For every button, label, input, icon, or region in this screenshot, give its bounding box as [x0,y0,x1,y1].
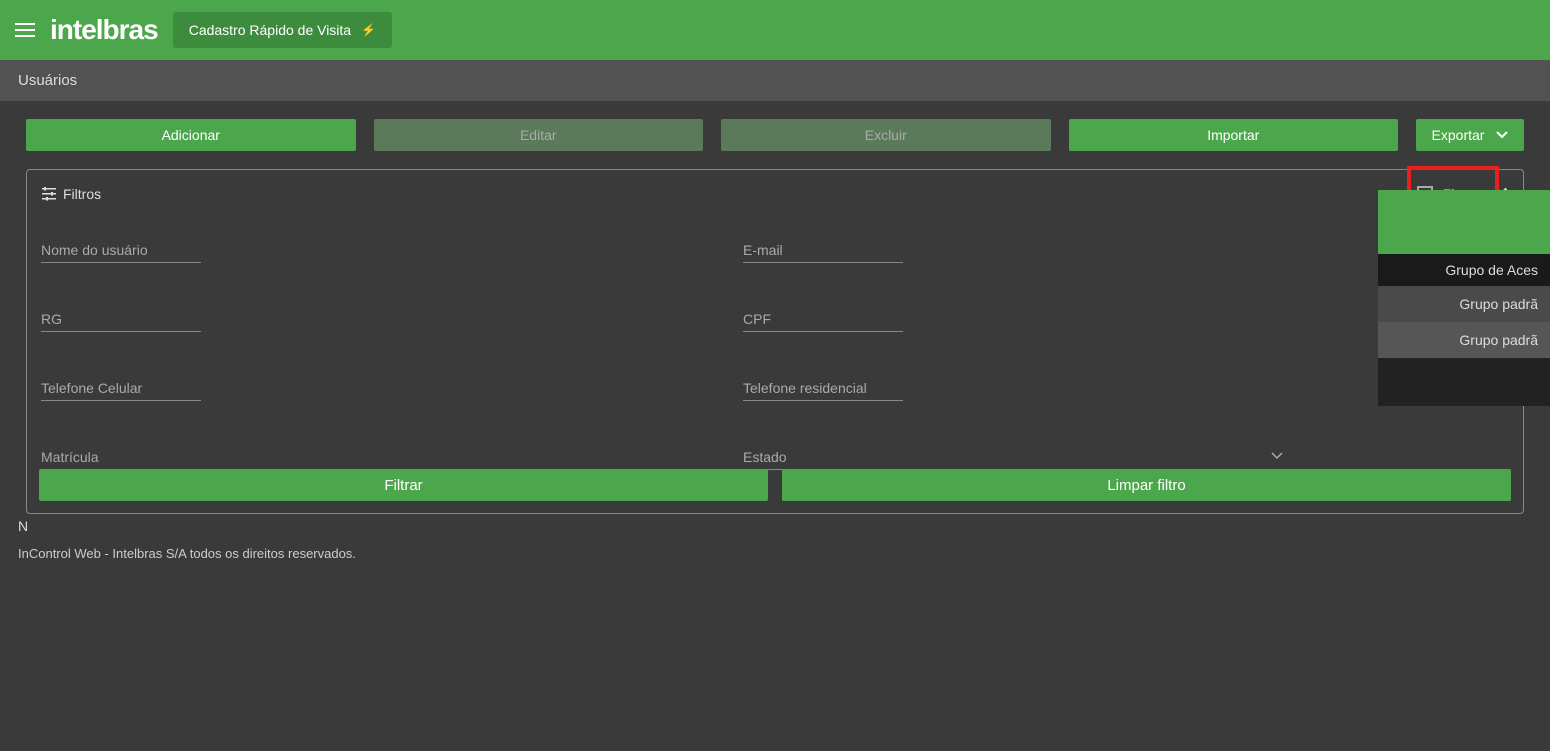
action-toolbar: Adicionar Editar Excluir Importar Export… [26,101,1524,169]
username-input[interactable] [41,238,201,263]
home-phone-field-wrap [743,376,903,401]
filter-panel: Filtros Fixar ✕ [26,169,1524,514]
quick-register-button[interactable]: Cadastro Rápido de Visita ⚡ [173,12,392,48]
table-column-header: Grupo de Aces [1378,254,1550,286]
table-row[interactable]: Grupo padrã [1378,286,1550,322]
table-green-header [1378,190,1550,254]
brand-logo: intelbras [50,14,158,46]
clear-filter-button[interactable]: Limpar filtro [782,469,1511,501]
filter-settings-icon [41,186,57,202]
filter-title-group: Filtros [41,186,101,202]
state-select[interactable] [743,445,1283,470]
top-header: intelbras Cadastro Rápido de Visita ⚡ [0,0,1550,60]
edit-button[interactable]: Editar [374,119,704,151]
content-area: Adicionar Editar Excluir Importar Export… [0,101,1550,514]
registration-input[interactable] [41,445,201,470]
export-button[interactable]: Exportar [1416,119,1524,151]
mobile-field-wrap [41,376,201,401]
rg-input[interactable] [41,307,201,332]
filter-body [27,218,1523,470]
mobile-input[interactable] [41,376,201,401]
rg-field-wrap [41,307,201,332]
chevron-down-icon [1496,131,1508,139]
cpf-input[interactable] [743,307,903,332]
home-phone-input[interactable] [743,376,903,401]
access-group-table: Grupo de Aces Grupo padrã Grupo padrã [1378,190,1550,406]
page-title: Usuários [0,60,1550,101]
hamburger-menu-icon[interactable] [15,23,35,37]
quick-register-label: Cadastro Rápido de Visita [189,22,351,38]
cpf-field-wrap [743,307,903,332]
page-indicator: N [18,518,28,534]
filter-button[interactable]: Filtrar [39,469,768,501]
filter-title-text: Filtros [63,186,101,202]
delete-button[interactable]: Excluir [721,119,1051,151]
footer-text: InControl Web - Intelbras S/A todos os d… [18,546,356,561]
export-label: Exportar [1432,127,1485,143]
chevron-down-icon [1271,449,1283,463]
add-button[interactable]: Adicionar [26,119,356,151]
table-row[interactable]: Grupo padrã [1378,322,1550,358]
table-row-empty [1378,358,1550,406]
import-button[interactable]: Importar [1069,119,1399,151]
email-input[interactable] [743,238,903,263]
lightning-icon: ⚡ [361,23,376,37]
state-field-wrap [743,445,1283,470]
username-field-wrap [41,238,201,263]
filter-header: Filtros Fixar ✕ [27,170,1523,218]
registration-field-wrap [41,445,201,470]
email-field-wrap [743,238,903,263]
filter-actions: Filtrar Limpar filtro [39,469,1511,501]
